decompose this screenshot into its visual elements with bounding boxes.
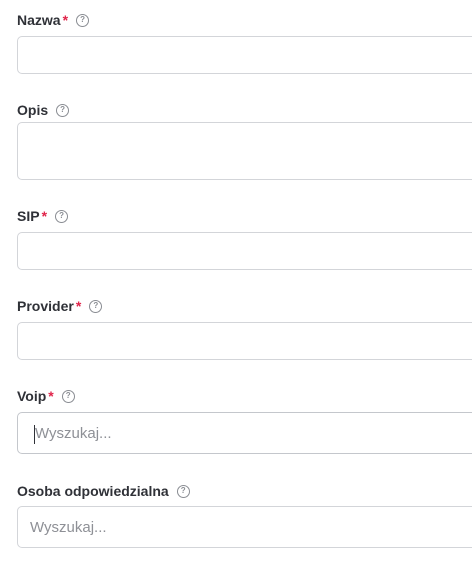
nazwa-input[interactable] [18,37,472,73]
voip-search-input[interactable] [18,413,472,453]
voip-label-row: Voip * ? [17,386,75,406]
help-icon[interactable]: ? [55,209,69,223]
nazwa-label-row: Nazwa * ? [17,10,90,30]
form: Nazwa * ? Opis ? SIP * ? Provider * ? Vo… [0,0,472,561]
required-asterisk: * [75,298,82,314]
help-icon[interactable]: ? [89,299,103,313]
sip-field[interactable] [17,232,472,270]
help-icon[interactable]: ? [76,13,90,27]
help-icon[interactable]: ? [61,389,75,403]
osoba-label: Osoba odpowiedzialna [17,483,169,499]
help-icon[interactable]: ? [176,484,190,498]
required-asterisk: * [62,12,69,28]
osoba-search-field[interactable] [17,506,472,548]
provider-field[interactable] [17,322,472,360]
provider-label-row: Provider * ? [17,296,103,316]
opis-label-row: Opis ? [17,100,70,120]
provider-label: Provider [17,298,74,314]
voip-label: Voip [17,388,47,404]
opis-label: Opis [17,102,49,118]
required-asterisk: * [48,388,54,404]
opis-field[interactable] [17,122,472,180]
required-asterisk: * [41,208,48,224]
opis-textarea[interactable] [18,123,472,179]
text-cursor [34,425,35,444]
sip-label-row: SIP * ? [17,206,69,226]
sip-input[interactable] [18,233,472,269]
nazwa-label: Nazwa [17,12,61,28]
sip-label: SIP [17,208,40,224]
help-icon[interactable]: ? [56,103,70,117]
nazwa-field[interactable] [17,36,472,74]
osoba-label-row: Osoba odpowiedzialna ? [17,481,190,501]
provider-input[interactable] [18,323,472,359]
voip-search-field[interactable] [17,412,472,454]
osoba-search-input[interactable] [18,507,472,547]
